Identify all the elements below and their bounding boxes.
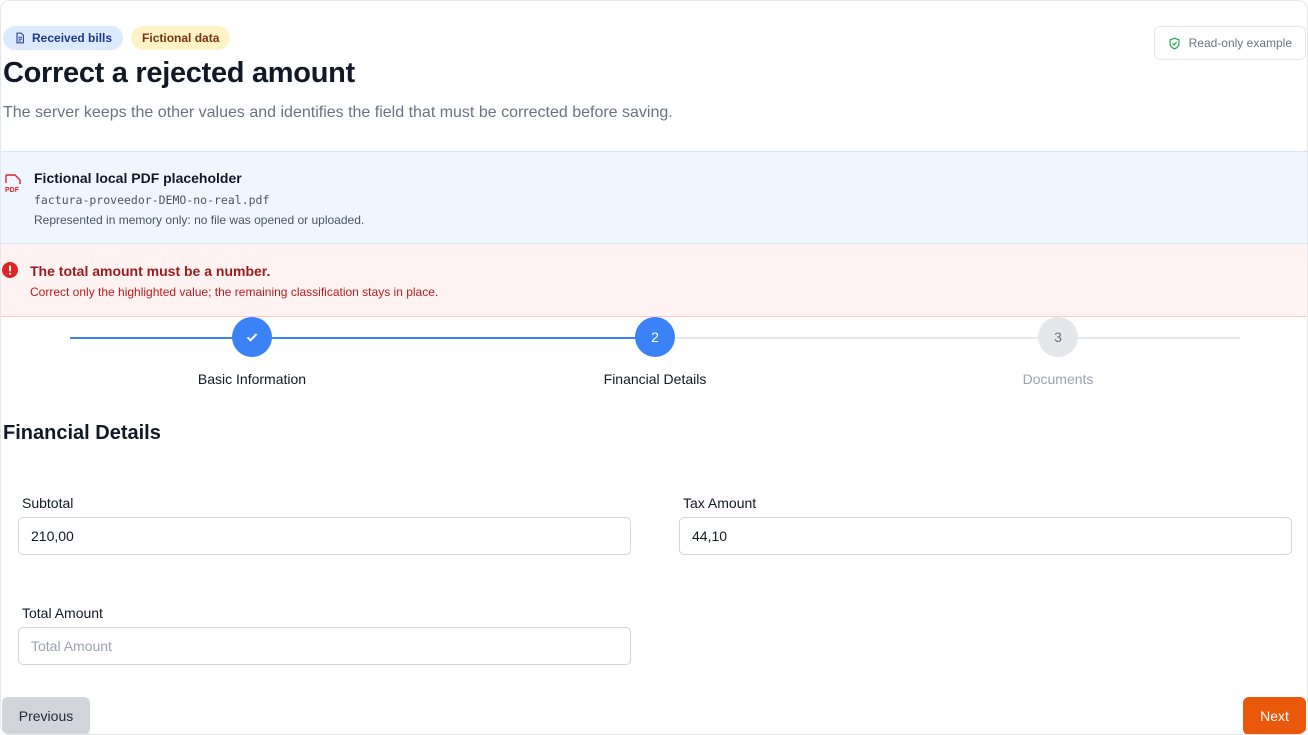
pdf-icon: PDF <box>5 174 21 194</box>
read-only-label: Read-only example <box>1188 36 1292 50</box>
step-2-current-circle[interactable]: 2 <box>635 317 675 357</box>
step-3-upcoming-circle[interactable]: 3 <box>1038 317 1078 357</box>
previous-button[interactable]: Previous <box>2 697 90 734</box>
alert-circle-icon <box>2 262 18 278</box>
header-badges: Received bills Fictional data <box>3 26 231 50</box>
total-amount-label: Total Amount <box>22 605 103 621</box>
section-title: Financial Details <box>3 422 161 444</box>
pdf-notice-title: Fictional local PDF placeholder <box>34 170 242 186</box>
step-1-label: Basic Information <box>197 371 307 387</box>
total-amount-input[interactable] <box>18 627 631 665</box>
pdf-notice-note: Represented in memory only: no file was … <box>34 213 365 227</box>
page-frame: Received bills Fictional data Read-only … <box>0 0 1308 735</box>
validation-error-notice: The total amount must be a number. Corre… <box>1 244 1307 317</box>
step-3-number: 3 <box>1054 329 1062 345</box>
read-only-badge: Read-only example <box>1153 26 1306 60</box>
received-bills-badge: Received bills <box>3 26 124 50</box>
stepper-progress-line <box>70 337 655 339</box>
next-button[interactable]: Next <box>1243 697 1306 734</box>
step-2-number: 2 <box>651 329 659 345</box>
error-text: Correct only the highlighted value; the … <box>30 285 439 299</box>
subtotal-input[interactable] <box>18 517 631 555</box>
page-title: Correct a rejected amount <box>3 57 355 89</box>
tax-amount-label: Tax Amount <box>683 495 757 511</box>
subtotal-label: Subtotal <box>22 495 74 511</box>
tax-amount-input[interactable] <box>679 517 1292 555</box>
checkmark-icon <box>246 333 258 342</box>
pdf-placeholder-notice: PDF Fictional local PDF placeholder fact… <box>1 151 1307 244</box>
stepper-remaining-line <box>655 337 1240 339</box>
form-stepper: Basic Information 2 Financial Details 3 … <box>1 317 1307 397</box>
page-subtitle: The server keeps the other values and id… <box>3 104 673 121</box>
fictional-data-badge: Fictional data <box>131 26 231 50</box>
step-1-complete-circle[interactable] <box>232 317 272 357</box>
step-3-label: Documents <box>1022 371 1094 387</box>
shield-check-icon <box>1169 37 1180 49</box>
document-icon <box>16 32 24 44</box>
fictional-data-label: Fictional data <box>142 31 220 45</box>
received-bills-label: Received bills <box>32 31 113 45</box>
step-2-label: Financial Details <box>603 371 707 387</box>
error-title: The total amount must be a number. <box>30 263 271 279</box>
pdf-filename: factura-proveedor-DEMO-no-real.pdf <box>34 193 270 207</box>
svg-text:PDF: PDF <box>5 187 20 194</box>
